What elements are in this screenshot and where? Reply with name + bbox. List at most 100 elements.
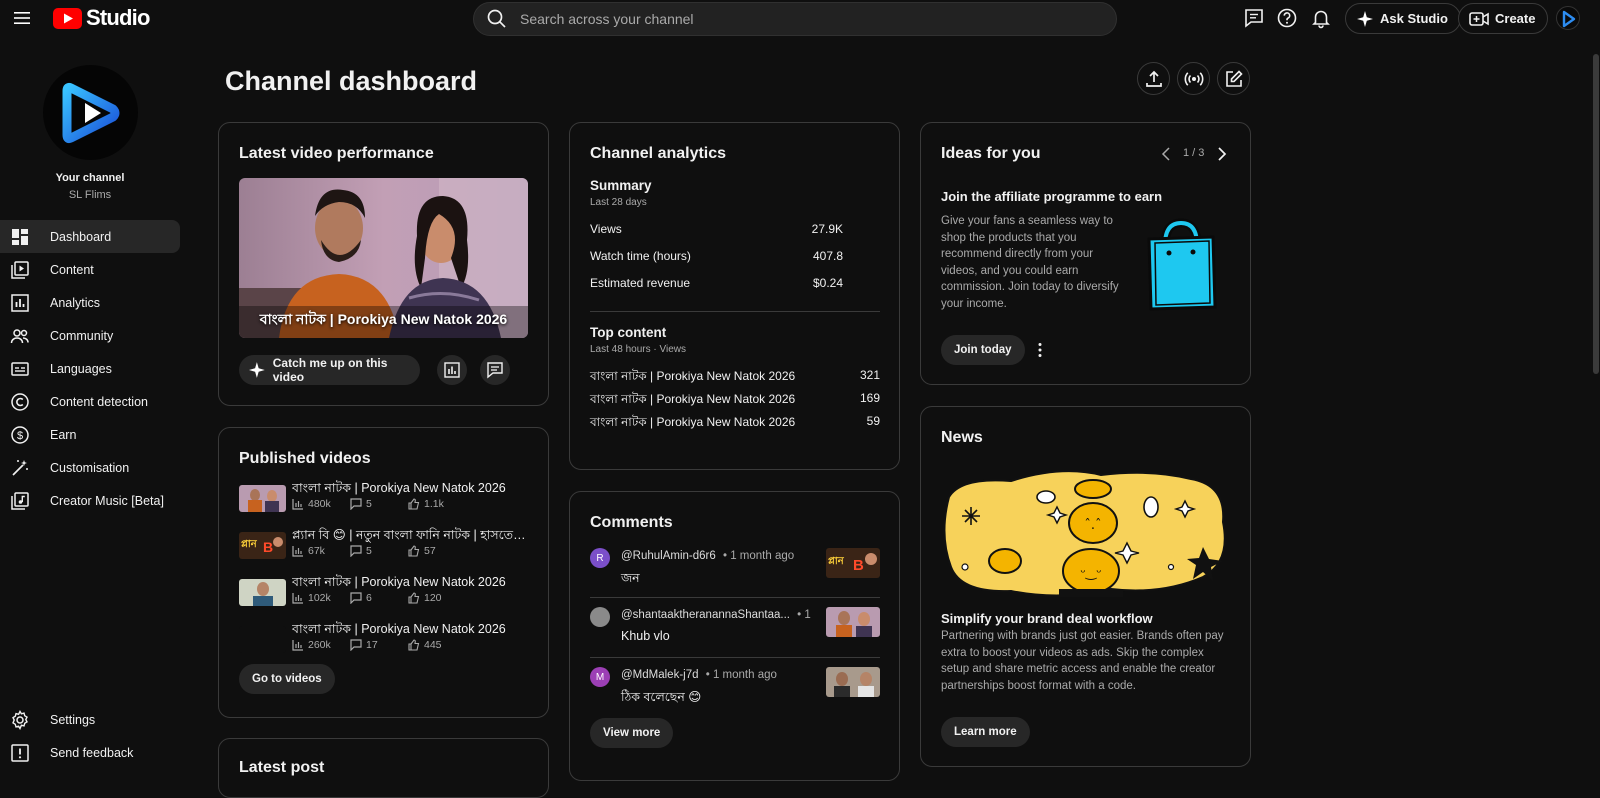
- commenter-avatar: R: [590, 548, 610, 568]
- ask-studio-label: Ask Studio: [1380, 11, 1448, 26]
- create-post-button[interactable]: [1217, 62, 1250, 95]
- card-title: Latest video performance: [239, 145, 434, 162]
- card-title: Ideas for you: [941, 145, 1041, 162]
- music-icon: [11, 491, 29, 510]
- go-to-videos-label: Go to videos: [252, 673, 322, 685]
- likes-count: 1.1k: [424, 498, 444, 510]
- sidebar-item-label: Customisation: [50, 460, 130, 475]
- ask-studio-button[interactable]: Ask Studio: [1345, 3, 1461, 34]
- feedback-chat-icon[interactable]: [1243, 7, 1265, 29]
- comment-row[interactable]: @shantaaktherananna​Shantaa... • 1 Khub …: [590, 607, 880, 662]
- channel-avatar[interactable]: [43, 65, 138, 160]
- metric-value: 27.9K: [811, 222, 843, 236]
- published-video-row[interactable]: বাংলা নাটক | Porokiya New Natok 2026 102…: [239, 574, 529, 616]
- published-video-row[interactable]: বাংলা নাটক | Porokiya New Natok 2026 480…: [239, 480, 529, 522]
- sidebar-item-languages[interactable]: Languages: [0, 352, 180, 385]
- sidebar-item-label: Content detection: [50, 394, 148, 409]
- svg-text:প্লান: প্লান: [828, 556, 845, 567]
- logo-text: Studio: [86, 5, 150, 30]
- scrollbar-thumb[interactable]: [1593, 54, 1599, 374]
- like-icon: [408, 639, 420, 651]
- join-today-button[interactable]: Join today: [941, 335, 1025, 365]
- idea-description: Give your fans a seamless way to shop th…: [941, 215, 1119, 310]
- video-thumbnail: [239, 579, 286, 606]
- video-thumbnail: [239, 626, 286, 653]
- comments-count: 5: [366, 498, 372, 510]
- view-more-label: View more: [603, 727, 661, 739]
- chevron-right-icon[interactable]: [1215, 146, 1229, 162]
- video-comments-button[interactable]: [480, 355, 510, 385]
- page-title: Channel dashboard: [225, 66, 478, 96]
- comments-count: 5: [366, 545, 372, 557]
- metric-row-watch-time[interactable]: Watch time (hours) 407.8: [590, 249, 880, 263]
- comment-icon: [350, 592, 362, 604]
- video-thumbnail: প্লান B: [239, 532, 286, 559]
- top-content-title: বাংলা নাটক | Porokiya New Natok 2026: [590, 369, 796, 383]
- go-live-button[interactable]: [1177, 62, 1210, 95]
- view-more-button[interactable]: View more: [590, 718, 674, 748]
- copyright-icon: [11, 392, 29, 411]
- thumbnail-caption: বাংলা নাটক | Porokiya New Natok 2026: [259, 311, 508, 327]
- video-stats: 480k 5 1.1k: [292, 498, 444, 510]
- published-video-row[interactable]: বাংলা নাটক | Porokiya New Natok 2026 260…: [239, 621, 529, 663]
- catch-me-up-button[interactable]: Catch me up on this video: [239, 355, 420, 385]
- top-content-value: 59: [866, 414, 880, 428]
- create-button[interactable]: Create: [1458, 3, 1549, 34]
- views-icon: [292, 499, 303, 510]
- sidebar-item-dashboard[interactable]: Dashboard: [0, 220, 180, 253]
- sidebar-item-send-feedback[interactable]: Send feedback: [0, 736, 180, 769]
- chevron-left-icon[interactable]: [1159, 146, 1173, 162]
- content-icon: [11, 260, 29, 279]
- more-options-icon[interactable]: [1035, 340, 1045, 360]
- notifications-bell-icon[interactable]: [1310, 7, 1332, 29]
- top-content-row[interactable]: বাংলা নাটক | Porokiya New Natok 2026 321: [590, 368, 880, 388]
- svg-text:ˆ.ˆ: ˆ.ˆ: [1084, 518, 1101, 533]
- comment-row[interactable]: R @RuhulAmin-d6r6 • 1 month ago জন প্লান…: [590, 548, 880, 603]
- metric-row-revenue[interactable]: Estimated revenue $0.24: [590, 276, 880, 290]
- idea-headline: Join the affiliate programme to earn: [941, 189, 1163, 204]
- feedback-icon: [11, 743, 29, 762]
- latest-post-card: Latest post: [218, 738, 549, 798]
- comment-icon: [350, 498, 362, 510]
- page-scrollbar[interactable]: [1592, 54, 1600, 767]
- ideas-pager: 1 / 3: [1183, 147, 1205, 159]
- join-today-label: Join today: [954, 344, 1012, 356]
- published-video-row[interactable]: প্লান B প্ল্যান বি 😊 | নতুন বাংলা ফানি না…: [239, 527, 529, 569]
- latest-video-thumbnail[interactable]: বাংলা নাটক | Porokiya New Natok 2026: [239, 178, 528, 338]
- comment-row[interactable]: M @MdMalek-j7d • 1 month ago ঠিক বলেছেন …: [590, 667, 880, 722]
- learn-more-button[interactable]: Learn more: [941, 717, 1030, 747]
- upload-button[interactable]: [1137, 62, 1170, 95]
- search-input[interactable]: [520, 11, 1080, 27]
- sidebar-item-content[interactable]: Content: [0, 253, 180, 286]
- search-bar[interactable]: [473, 2, 1117, 36]
- sidebar-item-settings[interactable]: Settings: [0, 703, 180, 736]
- likes-count: 57: [424, 545, 436, 557]
- video-analytics-button[interactable]: [437, 355, 467, 385]
- sidebar-item-earn[interactable]: $ Earn: [0, 418, 180, 451]
- sidebar-item-creator-music[interactable]: Creator Music [Beta]: [0, 484, 180, 517]
- svg-text:ᵕ‿ᵕ: ᵕ‿ᵕ: [1080, 566, 1101, 581]
- views-count: 480k: [308, 498, 331, 510]
- sidebar-item-analytics[interactable]: Analytics: [0, 286, 180, 319]
- community-icon: [10, 328, 29, 343]
- top-content-row[interactable]: বাংলা নাটক | Porokiya New Natok 2026 169: [590, 391, 880, 411]
- card-title: News: [941, 429, 983, 446]
- sidebar-item-content-detection[interactable]: Content detection: [0, 385, 180, 418]
- sidebar-item-community[interactable]: Community: [0, 319, 180, 352]
- metric-label: Views: [590, 222, 622, 236]
- comment-text: জন: [621, 571, 640, 585]
- sidebar-item-customisation[interactable]: Customisation: [0, 451, 180, 484]
- help-icon[interactable]: [1276, 7, 1298, 29]
- news-headline: Simplify your brand deal workflow: [941, 611, 1153, 626]
- go-to-videos-button[interactable]: Go to videos: [239, 664, 335, 694]
- metric-row-views[interactable]: Views 27.9K: [590, 222, 880, 236]
- shopping-bag-icon: [1143, 217, 1219, 313]
- studio-logo[interactable]: Studio: [53, 5, 150, 31]
- menu-icon[interactable]: [14, 10, 30, 26]
- top-content-title: Top content: [590, 325, 667, 340]
- account-avatar[interactable]: [1556, 6, 1580, 30]
- video-title: প্ল্যান বি 😊 | নতুন বাংলা ফানি নাটক | হা…: [292, 528, 527, 542]
- svg-text:$: $: [17, 430, 23, 442]
- top-content-row[interactable]: বাংলা নাটক | Porokiya New Natok 2026 59: [590, 414, 880, 434]
- analytics-icon: [11, 293, 29, 312]
